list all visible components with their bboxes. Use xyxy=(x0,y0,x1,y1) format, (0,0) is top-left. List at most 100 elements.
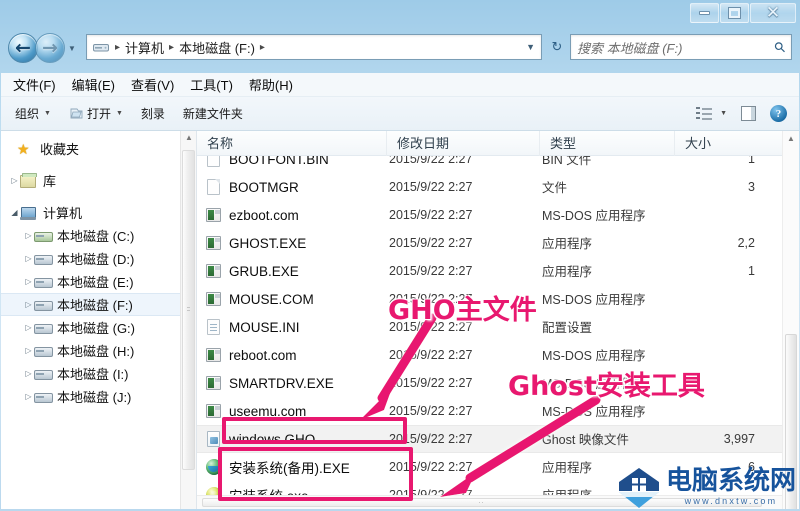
history-dropdown-icon[interactable]: ▼ xyxy=(68,44,76,53)
breadcrumb-computer[interactable]: 计算机 xyxy=(124,36,165,59)
sidebar-item-drive-4[interactable]: ▷ 本地磁盘 (G:) xyxy=(1,316,196,339)
file-size-cell: 1 xyxy=(677,262,757,280)
file-list-scrollbar-thumb[interactable] xyxy=(785,334,797,509)
table-row[interactable]: GHOST.EXE 2015/9/22 2:27 应用程序 2,2 xyxy=(197,229,799,257)
file-size-cell: 3,997 xyxy=(677,430,757,448)
sidebar-item-computer[interactable]: ◢ 计算机 xyxy=(1,201,196,224)
column-header-name[interactable]: 名称 xyxy=(197,131,387,156)
file-name-cell: MOUSE.COM xyxy=(199,291,389,308)
column-header-date[interactable]: 修改日期 xyxy=(387,131,540,156)
file-type-cell-text: MS-DOS 应用程序 xyxy=(542,405,646,419)
ms-dos-app-icon xyxy=(205,403,222,420)
sidebar-item-drive-0[interactable]: ▷ 本地磁盘 (C:) xyxy=(1,224,196,247)
title-bar: ✕ xyxy=(0,0,800,28)
expand-twisty-icon-drive-6[interactable]: ▷ xyxy=(23,369,34,378)
file-size-cell-text: 6 xyxy=(748,460,755,474)
window-controls: ✕ xyxy=(689,2,796,24)
forward-button[interactable]: → xyxy=(35,33,65,63)
file-name: GRUB.EXE xyxy=(229,263,299,279)
file-list-hscrollbar[interactable] xyxy=(197,495,782,509)
address-bar-row: ← → ▼ ▸ 计算机 ▸ 本地磁盘 (F:) ▸ ▼ ↻ 搜索 本地磁盘 (F… xyxy=(0,28,800,73)
search-box[interactable]: 搜索 本地磁盘 (F:) ⚲ xyxy=(570,34,792,60)
hard-drive-icon xyxy=(34,251,53,267)
table-row[interactable]: MOUSE.INI 2015/9/22 2:27 配置设置 xyxy=(197,313,799,341)
breadcrumb-separator-2[interactable]: ▸ xyxy=(256,42,269,53)
sidebar-item-drive-1[interactable]: ▷ 本地磁盘 (D:) xyxy=(1,247,196,270)
menu-view[interactable]: 查看(V) xyxy=(131,75,174,94)
minimize-button[interactable] xyxy=(690,3,719,23)
sidebar-label-drive-5: 本地磁盘 (H:) xyxy=(57,344,135,359)
open-button[interactable]: 打开 ▼ xyxy=(69,105,123,122)
sidebar-label-drive-6: 本地磁盘 (I:) xyxy=(57,367,129,382)
file-list-hscrollbar-thumb[interactable] xyxy=(202,498,762,507)
close-button[interactable]: ✕ xyxy=(750,3,796,23)
navpane-scrollbar-thumb[interactable] xyxy=(182,150,195,470)
expand-twisty-icon-drive-2[interactable]: ▷ xyxy=(23,277,34,286)
expand-twisty-icon-drive-5[interactable]: ▷ xyxy=(23,346,34,355)
forward-arrow-icon: → xyxy=(42,36,58,59)
organize-button[interactable]: 组织 ▼ xyxy=(15,105,51,122)
column-header-size[interactable]: 大小 xyxy=(675,131,755,156)
scroll-up-arrow-icon[interactable]: ▲ xyxy=(181,133,196,142)
list-scroll-up-arrow-icon[interactable]: ▲ xyxy=(783,134,799,143)
sidebar-item-libraries[interactable]: ▷ 库 xyxy=(1,169,196,192)
column-header-type[interactable]: 类型 xyxy=(540,131,675,156)
address-dropdown-icon[interactable]: ▼ xyxy=(526,42,539,52)
sidebar-item-favorites[interactable]: ★ 收藏夹 xyxy=(1,137,196,160)
sidebar-label-favorites: 收藏夹 xyxy=(40,142,80,157)
sidebar-item-drive-7[interactable]: ▷ 本地磁盘 (J:) xyxy=(1,385,196,408)
refresh-button[interactable]: ↻ xyxy=(546,34,568,60)
sidebar-item-drive-3[interactable]: ▷ 本地磁盘 (F:) xyxy=(1,293,196,316)
burn-button[interactable]: 刻录 xyxy=(141,105,165,122)
breadcrumb-drive-f[interactable]: 本地磁盘 (F:) xyxy=(178,36,256,59)
sidebar-item-drive-5[interactable]: ▷ 本地磁盘 (H:) xyxy=(1,339,196,362)
drive-list: ▷ 本地磁盘 (C:) ▷ 本地磁盘 (D:) ▷ 本地磁盘 (E:) ▷ 本地磁盘 (F:)… xyxy=(1,224,196,408)
navigation-pane: ★ 收藏夹 ▷ 库 ◢ 计算机 ▷ 本地磁盘 (C:) ▷ 本地磁盘 (D:) ▷ 本地磁… xyxy=(1,131,196,509)
view-options-chevron-icon[interactable]: ▼ xyxy=(720,110,727,117)
expand-twisty-icon-drive-0[interactable]: ▷ xyxy=(23,231,34,240)
view-options-icon[interactable] xyxy=(696,107,713,120)
menu-file[interactable]: 文件(F) xyxy=(13,75,56,94)
menu-tools[interactable]: 工具(T) xyxy=(190,75,233,94)
expand-twisty-icon-drive-3[interactable]: ▷ xyxy=(23,300,34,309)
expand-twisty-icon-drive-7[interactable]: ▷ xyxy=(23,392,34,401)
expand-twisty-icon-drive-1[interactable]: ▷ xyxy=(23,254,34,263)
new-folder-button[interactable]: 新建文件夹 xyxy=(183,105,243,122)
menu-help[interactable]: 帮助(H) xyxy=(249,75,293,94)
maximize-button[interactable] xyxy=(720,3,749,23)
expand-twisty-icon-drive-4[interactable]: ▷ xyxy=(23,323,34,332)
table-row[interactable]: 安装系统(备用).EXE 2015/9/22 2:27 应用程序 6 xyxy=(197,453,799,481)
address-bar[interactable]: ▸ 计算机 ▸ 本地磁盘 (F:) ▸ ▼ xyxy=(86,34,542,60)
table-row[interactable]: BOOTMGR 2015/9/22 2:27 文件 3 xyxy=(197,173,799,201)
search-input[interactable]: 搜索 本地磁盘 (F:) xyxy=(577,38,775,57)
table-row[interactable]: SMARTDRV.EXE 2015/9/22 2:27 MS-DOS 应用程序 xyxy=(197,369,799,397)
file-date-cell-text: 2015/9/22 2:27 xyxy=(389,292,473,306)
menu-bar: 文件(F) 编辑(E) 查看(V) 工具(T) 帮助(H) xyxy=(1,73,799,97)
sidebar-item-drive-2[interactable]: ▷ 本地磁盘 (E:) xyxy=(1,270,196,293)
file-date-cell: 2015/9/22 2:27 xyxy=(389,346,542,364)
sidebar-item-drive-6[interactable]: ▷ 本地磁盘 (I:) xyxy=(1,362,196,385)
table-row[interactable]: GRUB.EXE 2015/9/22 2:27 应用程序 1 xyxy=(197,257,799,285)
table-row[interactable]: MOUSE.COM 2015/9/22 2:27 MS-DOS 应用程序 xyxy=(197,285,799,313)
toolbar-right-group: ▼ ? xyxy=(696,105,799,122)
file-name-cell: BOOTFONT.BIN xyxy=(199,156,389,168)
file-type-cell-text: 应用程序 xyxy=(542,237,593,251)
hard-drive-icon xyxy=(34,274,53,290)
table-row[interactable]: BOOTFONT.BIN 2015/9/22 2:27 BIN 文件 1 xyxy=(197,156,799,173)
star-icon: ★ xyxy=(17,140,30,157)
back-button[interactable]: ← xyxy=(8,33,38,63)
expand-twisty-icon-libraries[interactable]: ▷ xyxy=(9,176,20,185)
table-row[interactable]: useemu.com 2015/9/22 2:27 MS-DOS 应用程序 xyxy=(197,397,799,425)
generic-file-icon xyxy=(205,178,222,196)
navpane-scrollbar[interactable]: ▲ xyxy=(180,131,196,509)
menu-edit[interactable]: 编辑(E) xyxy=(72,75,115,94)
collapse-twisty-icon-computer[interactable]: ◢ xyxy=(9,208,20,217)
sidebar-label-computer: 计算机 xyxy=(43,206,83,221)
preview-pane-icon[interactable] xyxy=(741,106,756,121)
table-row[interactable]: windows.GHO 2015/9/22 2:27 Ghost 映像文件 3,997 xyxy=(197,425,799,453)
table-row[interactable]: reboot.com 2015/9/22 2:27 MS-DOS 应用程序 xyxy=(197,341,799,369)
file-type-cell-text: MS-DOS 应用程序 xyxy=(542,209,646,223)
file-list-scrollbar[interactable]: ▲ xyxy=(782,131,799,509)
help-icon[interactable]: ? xyxy=(770,105,787,122)
table-row[interactable]: ezboot.com 2015/9/22 2:27 MS-DOS 应用程序 xyxy=(197,201,799,229)
